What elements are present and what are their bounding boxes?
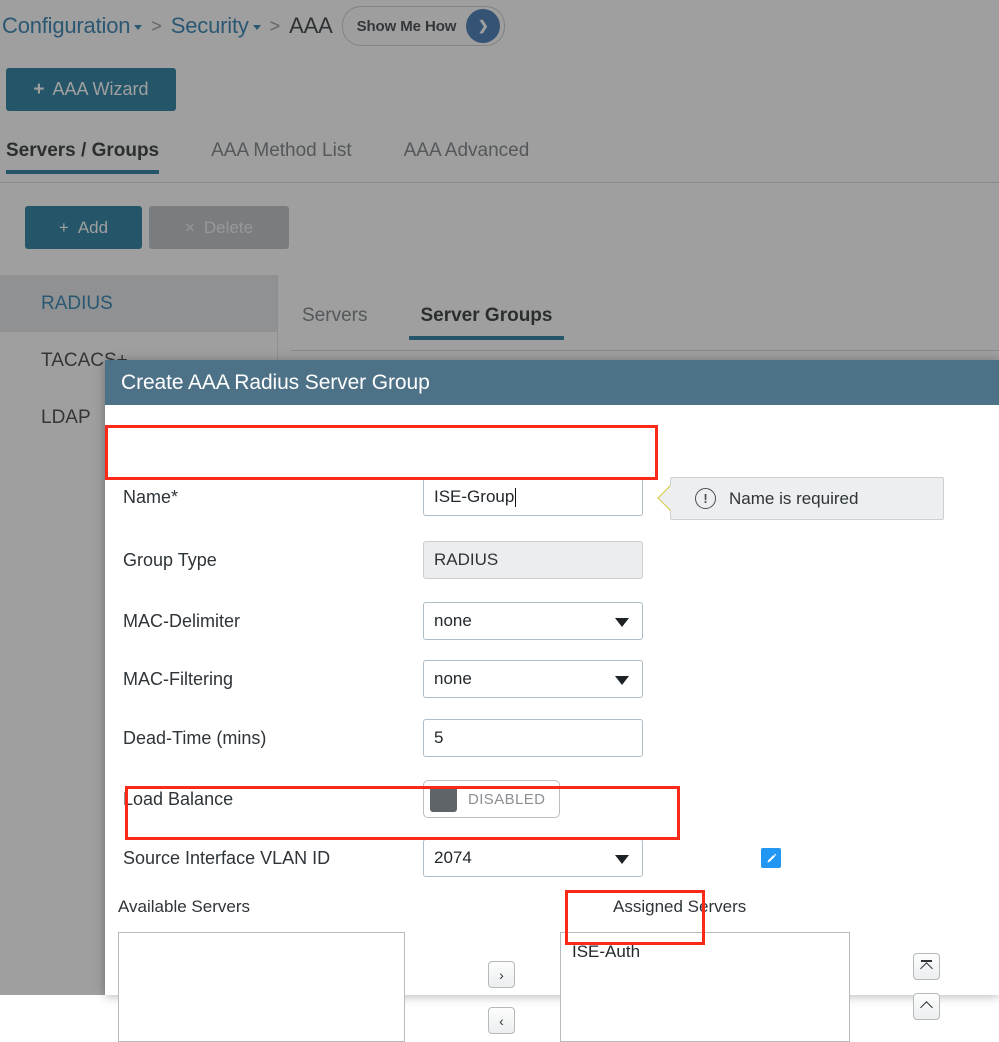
move-to-top-icon [920,960,933,975]
toolbar: + Add × Delete [25,206,289,249]
modal-title: Create AAA Radius Server Group [121,370,430,394]
source-vlan-label: Source Interface VLAN ID [123,847,331,868]
delete-button-label: Delete [203,217,254,237]
group-type-label: Group Type [123,549,217,570]
breadcrumb-separator: > [151,15,162,36]
chevron-down-icon [615,618,629,627]
show-me-how-label: Show Me How [356,17,457,35]
tab-aaa-advanced[interactable]: AAA Advanced [404,138,552,173]
tooltip-text: Name is required [729,488,859,508]
assigned-servers-list[interactable]: ISE-Auth [560,932,850,1042]
plus-icon: + [33,79,45,100]
main-tab-bar: Servers / Groups AAA Method List AAA Adv… [0,138,999,183]
move-right-button[interactable]: › [488,961,515,988]
name-input-value: ISE-Group [434,487,515,506]
load-balance-toggle[interactable]: DISABLED [423,780,560,818]
dead-time-input[interactable]: 5 [423,719,643,757]
breadcrumb-label-security: Security [170,13,249,38]
breadcrumb-item-security[interactable]: Security [171,13,261,39]
modal-body: Name* ISE-Group Group Type RADIUS MAC-De… [105,405,999,1042]
assigned-servers-label: Assigned Servers [613,897,747,916]
warning-icon: ! [695,488,716,509]
toggle-knob [430,786,457,812]
sub-tab-bar: Servers Server Groups [291,305,999,351]
mac-filtering-label: MAC-Filtering [123,668,234,689]
load-balance-label: Load Balance [123,788,234,809]
chevron-down-icon [615,676,629,685]
dead-time-label: Dead-Time (mins) [123,727,267,748]
form-row-dead-time: Dead-Time (mins) 5 [123,718,683,758]
tab-servers-groups[interactable]: Servers / Groups [6,138,181,174]
name-validation-tooltip: ! Name is required [657,477,944,520]
mac-filtering-select[interactable]: none [423,660,643,698]
group-type-value: RADIUS [423,541,643,579]
name-label: Name* [123,486,179,507]
chevron-down-icon [252,24,261,30]
create-radius-server-group-modal: Create AAA Radius Server Group Name* ISE… [105,360,999,1042]
source-vlan-select[interactable]: 2074 [423,839,643,877]
name-input[interactable]: ISE-Group [423,478,643,516]
chevron-down-icon [134,24,143,30]
mac-delimiter-value: none [434,611,472,630]
breadcrumb-current-aaa: AAA [289,13,333,38]
breadcrumb-separator: > [269,15,281,36]
form-row-source-vlan: Source Interface VLAN ID 2074 [123,838,683,878]
close-icon: × [184,218,195,237]
chevron-down-icon [615,855,629,864]
mac-filtering-value: none [434,669,472,688]
breadcrumb-item-configuration[interactable]: Configuration [2,13,143,39]
show-me-how-button[interactable]: Show Me How ❯ [341,6,506,46]
mac-delimiter-label: MAC-Delimiter [123,610,240,631]
chevron-up-icon [920,1001,933,1014]
breadcrumb-label-configuration: Configuration [2,13,131,38]
modal-header: Create AAA Radius Server Group [105,360,999,405]
delete-button[interactable]: × Delete [149,206,289,249]
aaa-wizard-button[interactable]: + AAA Wizard [6,68,176,111]
form-row-mac-filtering: MAC-Filtering none [123,659,683,699]
move-to-top-button[interactable] [913,953,940,980]
aaa-wizard-label: AAA Wizard [52,79,149,99]
sub-tab-server-groups[interactable]: Server Groups [409,305,576,340]
form-row-name: Name* ISE-Group [123,477,683,517]
mac-delimiter-select[interactable]: none [423,602,643,640]
form-row-mac-delimiter: MAC-Delimiter none [123,601,683,641]
breadcrumb: Configuration > Security > AAA Show Me H… [0,0,506,52]
move-up-button[interactable] [913,993,940,1020]
sub-tab-servers[interactable]: Servers [291,305,391,339]
load-balance-state: DISABLED [468,790,546,808]
available-servers-list[interactable] [118,932,405,1042]
edit-pencil-icon[interactable] [761,848,781,868]
available-servers-label: Available Servers [118,897,250,916]
plus-icon: + [58,218,69,237]
text-caret [515,487,517,507]
add-button[interactable]: + Add [25,206,142,249]
move-left-button[interactable]: ‹ [488,1007,515,1034]
sidebar-item-radius[interactable]: RADIUS [0,275,277,332]
form-row-group-type: Group Type RADIUS [123,540,683,580]
list-item[interactable]: ISE-Auth [561,933,849,962]
play-arrow-icon: ❯ [466,9,501,43]
source-vlan-value: 2074 [434,848,472,867]
form-row-load-balance: Load Balance DISABLED [123,779,683,819]
tab-aaa-method-list[interactable]: AAA Method List [211,138,373,173]
add-button-label: Add [77,217,109,237]
